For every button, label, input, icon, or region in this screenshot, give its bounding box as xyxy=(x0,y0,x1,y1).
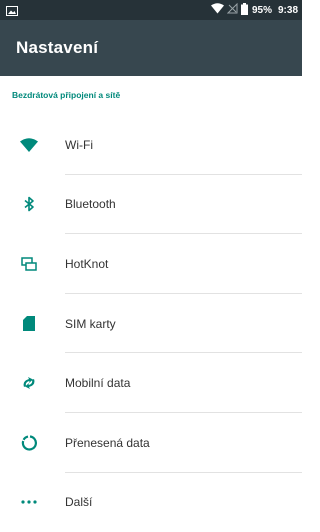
data-usage-icon xyxy=(20,434,38,452)
bluetooth-icon xyxy=(20,195,38,213)
settings-item-label: Mobilní data xyxy=(65,376,131,391)
settings-item-more[interactable]: Další xyxy=(0,473,302,532)
sim-card-icon xyxy=(20,315,38,333)
settings-item-wifi[interactable]: Wi-Fi xyxy=(0,115,302,175)
battery-icon xyxy=(240,2,248,18)
settings-item-label: Bluetooth xyxy=(65,197,116,212)
mobile-data-icon xyxy=(20,374,38,392)
app-bar: Nastavení xyxy=(0,20,302,76)
settings-item-data-usage[interactable]: Přenesená data xyxy=(0,413,302,473)
settings-list: Wi-Fi Bluetooth HotKnot SIM karty Mobiln… xyxy=(0,115,302,532)
battery-percentage: 95% xyxy=(251,4,272,16)
settings-item-sim-cards[interactable]: SIM karty xyxy=(0,294,302,354)
settings-item-label: Další xyxy=(65,495,93,510)
hotknot-icon xyxy=(20,255,38,273)
wifi-icon xyxy=(210,3,224,17)
clock: 9:38 xyxy=(277,4,298,16)
page-title: Nastavení xyxy=(16,38,99,57)
settings-item-bluetooth[interactable]: Bluetooth xyxy=(0,175,302,235)
settings-item-label: Přenesená data xyxy=(65,435,150,450)
settings-item-label: SIM karty xyxy=(65,316,116,331)
wifi-icon xyxy=(20,136,38,154)
no-sim-signal-icon xyxy=(226,2,238,17)
settings-item-mobile-data[interactable]: Mobilní data xyxy=(0,353,302,413)
settings-item-label: HotKnot xyxy=(65,256,109,271)
more-icon xyxy=(20,493,38,511)
status-bar: 95% 9:38 xyxy=(0,0,302,20)
settings-item-label: Wi-Fi xyxy=(65,137,93,152)
image-notification-icon xyxy=(6,4,18,16)
settings-item-hotknot[interactable]: HotKnot xyxy=(0,234,302,294)
section-header: Bezdrátová připojení a sítě xyxy=(12,90,121,100)
